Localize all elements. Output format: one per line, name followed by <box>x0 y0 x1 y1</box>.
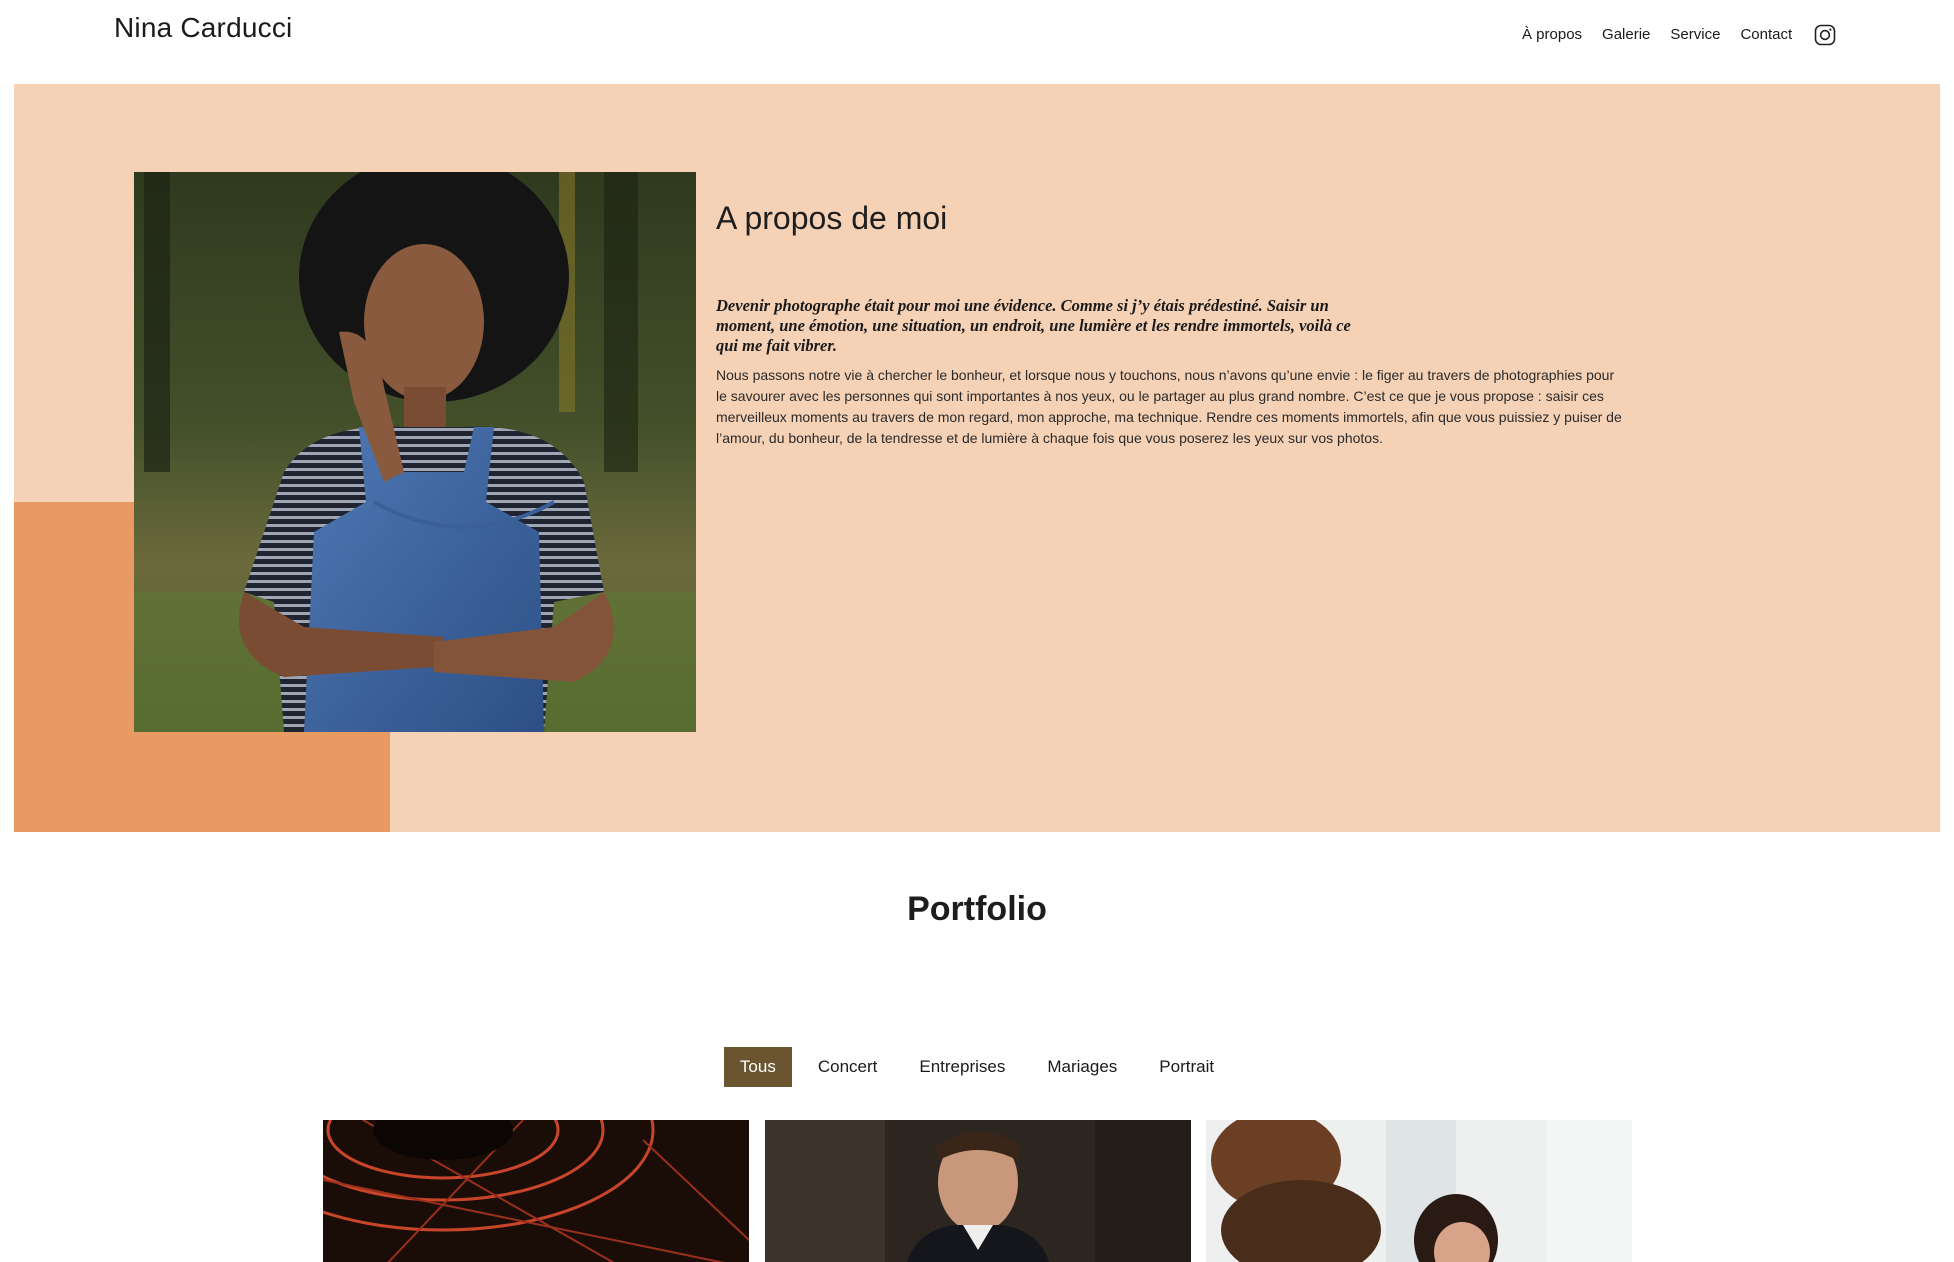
brand-name[interactable]: Nina Carducci <box>114 12 292 44</box>
filter-entreprises[interactable]: Entreprises <box>903 1047 1021 1087</box>
portfolio-filters: Tous Concert Entreprises Mariages Portra… <box>0 1047 1954 1087</box>
portfolio-title: Portfolio <box>907 890 1047 928</box>
gallery-item-entreprises[interactable] <box>765 1120 1191 1262</box>
about-text: Nous passons notre vie à chercher le bon… <box>716 367 1622 446</box>
filter-mariages[interactable]: Mariages <box>1031 1047 1133 1087</box>
nav-link-a-propos[interactable]: À propos <box>1522 26 1582 43</box>
gallery-item-concert[interactable] <box>323 1120 749 1262</box>
nav-link-galerie[interactable]: Galerie <box>1602 26 1650 43</box>
instagram-icon[interactable] <box>1814 24 1836 46</box>
portrait-photo <box>134 172 696 732</box>
filter-portrait[interactable]: Portrait <box>1143 1047 1230 1087</box>
filter-concert[interactable]: Concert <box>802 1047 894 1087</box>
about-title: A propos de moi <box>716 200 948 236</box>
nav-link-contact[interactable]: Contact <box>1740 26 1792 43</box>
gallery-item-mariages[interactable] <box>1206 1120 1632 1262</box>
filter-tous[interactable]: Tous <box>723 1047 792 1087</box>
site-header: Nina Carducci À propos Galerie Service C… <box>0 0 1954 84</box>
main-nav: À propos Galerie Service Contact <box>1522 22 1836 46</box>
about-quote: Devenir photographe était pour moi une é… <box>716 296 1351 355</box>
nav-link-service[interactable]: Service <box>1670 26 1720 43</box>
